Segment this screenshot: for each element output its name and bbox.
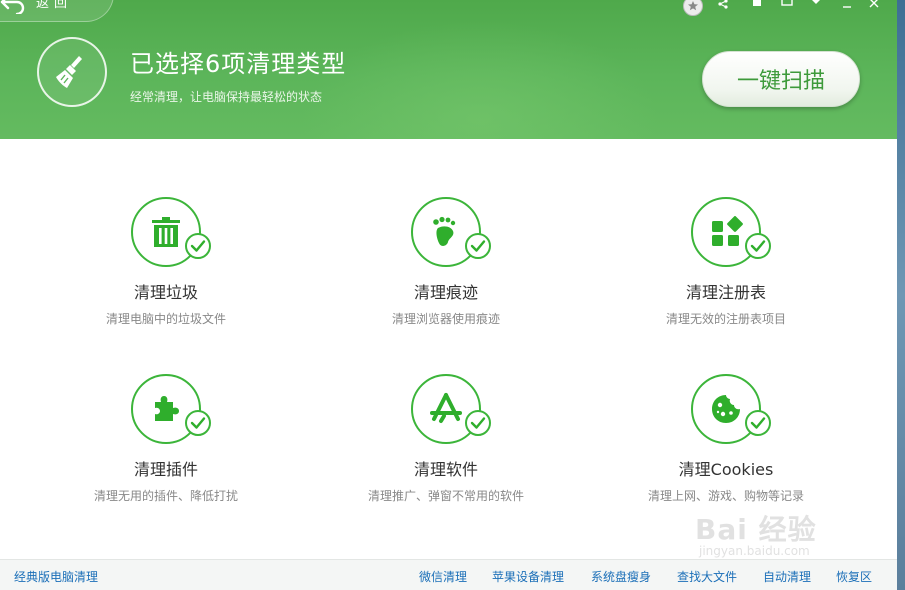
checkmark-icon [190,240,206,252]
close-button[interactable] [866,0,882,12]
page-subtitle: 经常清理，让电脑保持最轻松的状态 [130,90,323,104]
message-button[interactable] [779,0,795,12]
clean-item-cookies[interactable]: 清理Cookies 清理上网、游戏、购物等记录 [596,374,856,534]
item-name: 清理注册表 [685,283,766,302]
item-name: 清理痕迹 [413,283,478,302]
share-button[interactable] [716,0,730,12]
trash-icon [152,217,180,247]
checkmark-icon [750,240,766,252]
puzzle-icon [155,396,179,421]
checkmark-icon [470,417,486,429]
app-store-icon [430,393,462,423]
back-label: 返回 [36,0,73,11]
clean-item-plugins[interactable]: 清理插件 清理无用的插件、降低打扰 [36,374,296,534]
back-button[interactable]: 返回 [0,0,114,22]
message-icon [781,0,793,6]
back-arrow-icon [0,0,25,14]
broom-badge [37,37,107,107]
checked-badge[interactable] [745,410,771,436]
header-banner: 返回 已选择6项清理类型 经常清理，让电脑保持最轻松的状态 一键扫描 [0,0,897,139]
minimize-icon [843,6,851,8]
checked-badge[interactable] [745,233,771,259]
footer-bar: 经典版电脑清理 微信清理 苹果设备清理 系统盘瘦身 查找大文件 自动清理 恢复区 [0,559,897,590]
clean-item-software[interactable]: 清理软件 清理推广、弹窗不常用的软件 [316,374,576,534]
item-desc: 清理浏览器使用痕迹 [391,312,500,326]
checkmark-icon [750,417,766,429]
item-desc: 清理无用的插件、降低打扰 [93,489,238,503]
page-title: 已选择6项清理类型 [130,50,347,78]
menu-button[interactable] [808,0,824,12]
item-desc: 清理上网、游戏、购物等记录 [647,489,804,503]
recovery-area-link[interactable]: 恢复区 [836,568,872,585]
item-desc: 清理推广、弹窗不常用的软件 [367,489,524,503]
registry-icon [712,216,743,246]
item-name: 清理垃圾 [133,283,198,302]
apple-device-clean-link[interactable]: 苹果设备清理 [492,568,564,585]
broom-icon [56,56,82,88]
share-icon [718,0,728,9]
cookie-icon [712,395,740,423]
checked-badge[interactable] [465,233,491,259]
chevron-down-icon [812,0,820,4]
clean-item-traces[interactable]: 清理痕迹 清理浏览器使用痕迹 [316,197,576,357]
item-name: 清理Cookies [678,460,774,479]
one-click-scan-button[interactable]: 一键扫描 [702,51,860,107]
desktop-background-strip [897,0,905,590]
classic-clean-link[interactable]: 经典版电脑清理 [14,568,98,585]
close-icon [869,0,879,8]
minimize-button[interactable] [840,0,854,12]
wechat-clean-link[interactable]: 微信清理 [419,568,467,585]
item-desc: 清理电脑中的垃圾文件 [105,312,226,326]
checked-badge[interactable] [185,233,211,259]
item-desc: 清理无效的注册表项目 [665,312,786,326]
header-glow [300,20,660,139]
clean-type-grid: 清理垃圾 清理电脑中的垃圾文件 清理痕迹 清理浏览器使用痕迹 清理注册表 清理无… [0,139,897,559]
checked-badge[interactable] [465,410,491,436]
star-icon [688,1,698,11]
skin-button[interactable] [750,0,764,12]
item-name: 清理插件 [133,460,198,479]
star-button[interactable] [683,0,703,16]
auto-clean-link[interactable]: 自动清理 [763,568,811,585]
checked-badge[interactable] [185,410,211,436]
clean-item-trash[interactable]: 清理垃圾 清理电脑中的垃圾文件 [36,197,296,357]
shirt-icon [753,0,761,6]
checkmark-icon [470,240,486,252]
footprint-icon [433,216,456,246]
item-name: 清理软件 [413,460,478,479]
clean-item-registry[interactable]: 清理注册表 清理无效的注册表项目 [596,197,856,357]
system-disk-slim-link[interactable]: 系统盘瘦身 [591,568,651,585]
checkmark-icon [190,417,206,429]
find-large-files-link[interactable]: 查找大文件 [677,568,737,585]
